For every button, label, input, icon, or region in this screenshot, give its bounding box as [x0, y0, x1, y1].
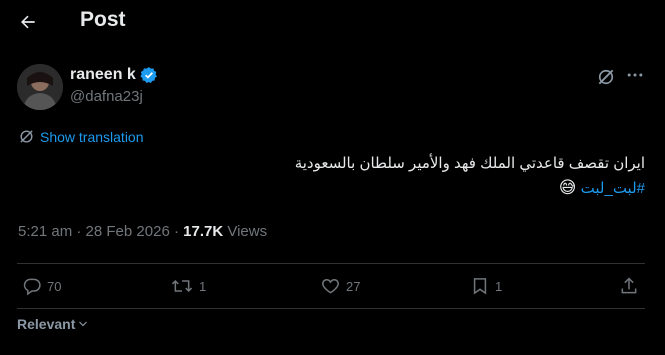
top-bar: Post	[0, 0, 665, 42]
verified-badge-icon	[140, 66, 158, 84]
back-arrow-icon[interactable]	[14, 8, 42, 36]
grinning-sweat-emoji: 😅	[558, 178, 577, 197]
share-button[interactable]	[619, 276, 644, 296]
post-time[interactable]: 5:21 am	[18, 223, 72, 240]
show-translation-link[interactable]: Show translation	[18, 128, 144, 145]
bookmark-count: 1	[495, 278, 503, 294]
reply-count: 70	[47, 278, 62, 294]
show-translation-label[interactable]: Show translation	[40, 129, 144, 145]
repost-icon	[171, 279, 193, 293]
page-title: Post	[80, 8, 126, 31]
author-name[interactable]: raneen k	[70, 66, 136, 84]
post-date[interactable]: 28 Feb 2026	[86, 223, 170, 240]
bookmark-icon	[473, 278, 487, 295]
author-name-row[interactable]: raneen k	[70, 66, 158, 84]
post-metadata: 5:21 am · 28 Feb 2026 · 17.7K Views	[18, 223, 267, 240]
repost-button[interactable]: 1	[170, 276, 206, 296]
like-count: 27	[346, 278, 361, 294]
tweet-hashtag-line: #لبت_لبت 😅	[25, 176, 645, 201]
grok-icon[interactable]	[595, 66, 617, 88]
views-count[interactable]: 17.7K	[183, 223, 223, 240]
tweet-text: ايران تقصف قاعدتي الملك فهد والأمير سلطا…	[25, 152, 645, 201]
like-button[interactable]: 27	[320, 276, 360, 296]
divider	[17, 308, 645, 309]
chevron-down-icon	[79, 321, 88, 327]
reply-icon	[23, 278, 41, 296]
avatar[interactable]	[17, 64, 63, 110]
heart-icon	[322, 278, 339, 294]
sort-label[interactable]: Relevant	[17, 316, 75, 332]
meta-separator: ·	[72, 223, 86, 240]
tweet-line: ايران تقصف قاعدتي الملك فهد والأمير سلطا…	[294, 155, 645, 172]
hashtag-link[interactable]: #لبت_لبت	[581, 180, 645, 197]
meta-separator: ·	[169, 223, 184, 240]
views-label: Views	[227, 223, 268, 240]
action-bar: 70 1 27 1	[0, 276, 665, 306]
more-options-icon[interactable]	[624, 64, 646, 86]
reply-button[interactable]: 70	[22, 276, 61, 296]
translate-icon	[20, 130, 33, 143]
sort-replies-dropdown[interactable]: Relevant	[17, 316, 89, 332]
author-handle[interactable]: @dafna23j	[70, 88, 143, 105]
repost-count: 1	[199, 278, 207, 294]
share-icon	[621, 277, 637, 294]
divider	[17, 263, 645, 264]
bookmark-button[interactable]: 1	[470, 276, 502, 296]
